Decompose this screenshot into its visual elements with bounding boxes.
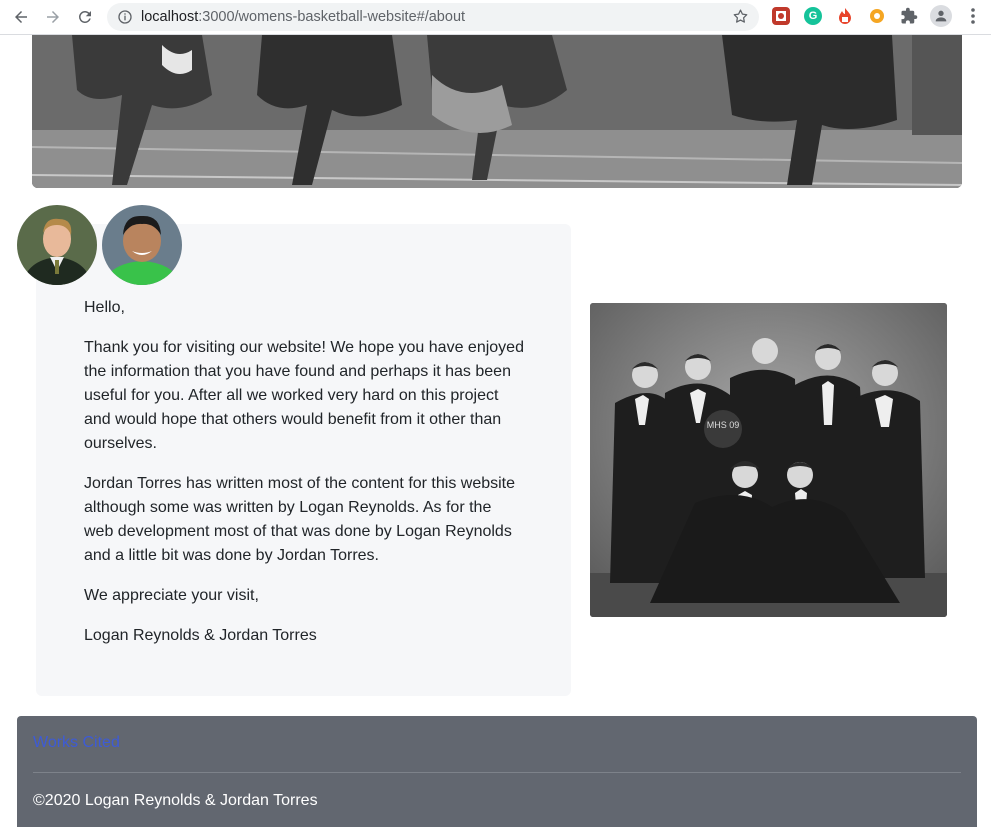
browser-toolbar: localhost:3000/womens-basketball-website… [0,0,991,35]
back-button[interactable] [9,5,33,29]
footer-divider [33,772,961,773]
kebab-menu-icon[interactable] [964,7,982,25]
info-icon[interactable] [117,9,133,25]
hero-image [32,35,962,188]
star-icon[interactable] [732,8,749,25]
reload-button[interactable] [73,5,97,29]
letter-paragraph-1: Thank you for visiting our website! We h… [84,339,524,452]
url-path: :3000/womens-basketball-website#/about [198,9,466,25]
arrow-right-icon [47,11,59,23]
works-cited-link[interactable]: Works Cited [33,734,120,752]
team-photo: MHS 09 [590,303,947,617]
ball-label: MHS 09 [707,420,740,430]
address-bar[interactable]: localhost:3000/womens-basketball-website… [107,3,759,31]
avatar-logan [17,205,97,285]
extension-red-icon[interactable] [772,7,790,25]
arrow-left-icon [15,11,27,23]
url-text: localhost:3000/womens-basketball-website… [141,9,465,25]
reload-icon [78,10,91,23]
grammarly-icon[interactable]: G [804,7,822,25]
extension-gear-icon[interactable] [868,7,886,25]
about-letter: Hello, Thank you for visiting our websit… [84,296,524,664]
avatar-jordan [102,205,182,285]
url-host: localhost [141,9,199,25]
forward-button[interactable] [41,5,65,29]
person-icon[interactable] [930,5,952,27]
letter-closing: We appreciate your visit, [84,587,259,604]
letter-paragraph-2: Jordan Torres has written most of the co… [84,475,516,564]
letter-signature: Logan Reynolds & Jordan Torres [84,627,317,644]
letter-greeting: Hello, [84,299,125,316]
hero-photo [32,35,962,188]
extension-fire-icon[interactable] [836,7,854,25]
puzzle-icon[interactable] [900,7,918,25]
copyright-text: ©2020 Logan Reynolds & Jordan Torres [33,792,318,809]
footer: Works Cited ©2020 Logan Reynolds & Jorda… [17,716,977,827]
